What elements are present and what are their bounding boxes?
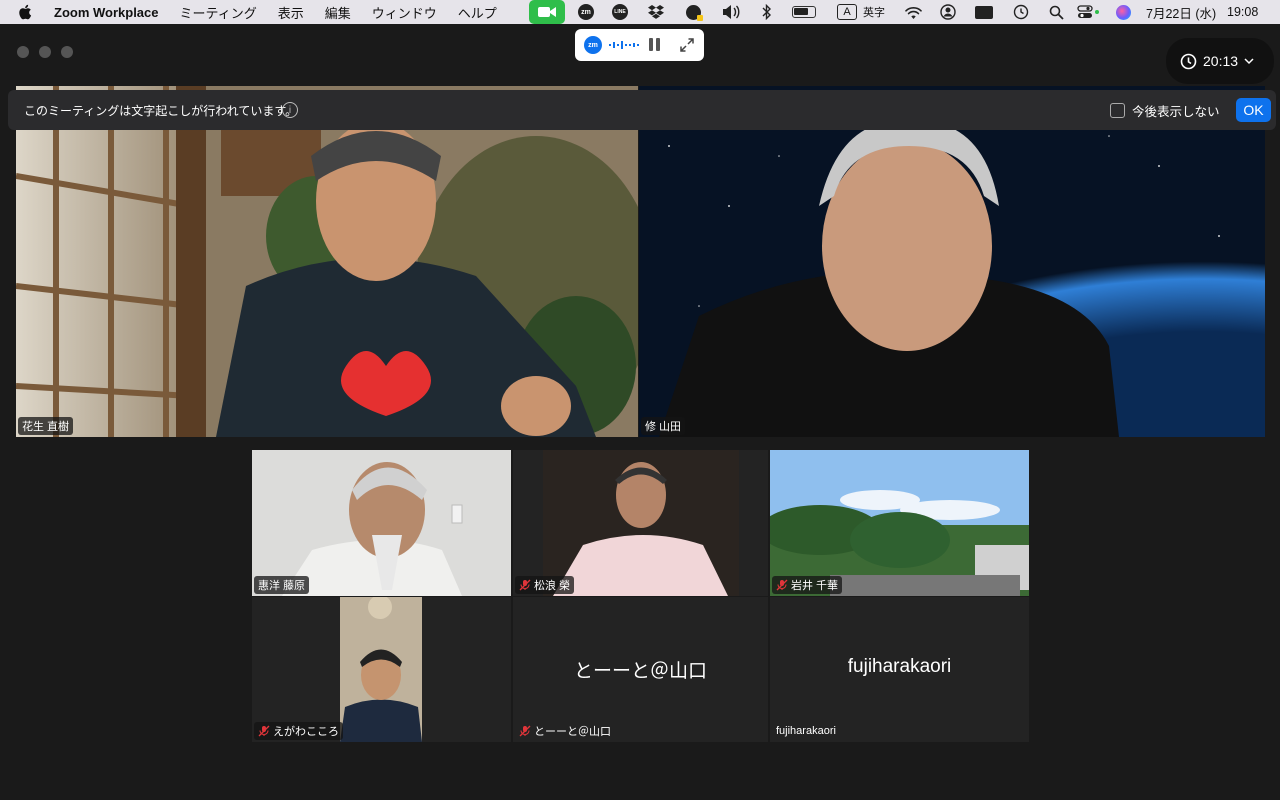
zoom-icon[interactable]: zm: [577, 2, 595, 22]
tool-icon[interactable]: [684, 2, 703, 22]
participant-name-tag: 岩井 千華: [772, 576, 843, 594]
participant-name: 花生 直樹: [22, 421, 70, 433]
dont-show-again-checkbox[interactable]: [1110, 103, 1125, 118]
chevron-down-icon: [1244, 57, 1254, 64]
facetime-icon[interactable]: [529, 0, 565, 24]
minimize-window-button[interactable]: [39, 46, 51, 58]
audio-waveform-icon: [609, 41, 639, 49]
participant-name-tag: 花生 直樹: [18, 417, 74, 435]
app-menu[interactable]: Zoom Workplace: [54, 5, 159, 20]
menu-help[interactable]: ヘルプ: [458, 3, 497, 22]
participant-name-tag: とーーと＠山口: [515, 722, 615, 740]
participant-name-tag: 惠洋 藤原: [254, 576, 310, 594]
ok-button[interactable]: OK: [1236, 98, 1271, 122]
user-icon[interactable]: [939, 2, 957, 22]
input-mode-letter: A: [837, 4, 857, 20]
dont-show-again-label[interactable]: 今後表示しない: [1132, 101, 1220, 120]
participant-name: とーーと＠山口: [534, 726, 611, 738]
volume-icon[interactable]: [722, 2, 742, 22]
participant-video: [543, 450, 739, 596]
input-mode-label: 英字: [863, 7, 885, 19]
video-tile-participant-4[interactable]: 松浪 榮: [513, 450, 768, 596]
control-center-icon[interactable]: [1076, 2, 1102, 22]
pause-icon[interactable]: [649, 38, 663, 52]
macos-menubar: Zoom Workplace ミーティング 表示 編集 ウィンドウ ヘルプ zm…: [0, 0, 1280, 24]
menubar-time[interactable]: 19:08: [1227, 2, 1267, 22]
participant-name: 岩井 千華: [791, 580, 839, 592]
participant-name-tag: fujiharakaori: [772, 722, 840, 740]
zoom-window-button[interactable]: [61, 46, 73, 58]
video-tile-participant-8[interactable]: fujiharakaori fujiharakaori: [770, 597, 1029, 742]
participant-name: 修 山田: [645, 421, 682, 433]
video-tile-participant-2[interactable]: 修 山田: [639, 86, 1265, 437]
video-tile-participant-1[interactable]: 花生 直樹: [16, 86, 638, 437]
video-tile-participant-3[interactable]: 惠洋 藤原: [252, 450, 511, 596]
video-tile-participant-7[interactable]: とーーと＠山口 とーーと＠山口: [513, 597, 768, 742]
muted-mic-icon: [519, 725, 531, 737]
participant-name-tag: 松浪 榮: [515, 576, 575, 594]
expand-icon[interactable]: [679, 37, 695, 53]
muted-mic-icon: [258, 725, 270, 737]
siri-icon[interactable]: [1114, 2, 1132, 22]
menu-window[interactable]: ウィンドウ: [372, 3, 437, 22]
screen-icon[interactable]: [974, 2, 994, 22]
dropbox-icon[interactable]: [647, 2, 665, 22]
bluetooth-icon[interactable]: [760, 2, 774, 22]
menu-edit[interactable]: 編集: [325, 3, 351, 22]
muted-mic-icon: [519, 579, 531, 591]
participant-video: [639, 86, 1265, 437]
transcription-control-pill: zm: [575, 29, 704, 61]
participant-name: 松浪 榮: [534, 580, 571, 592]
menubar-date[interactable]: 7月22日 (水): [1146, 2, 1222, 22]
input-source-icon[interactable]: A 英字: [836, 2, 886, 22]
clock-icon: [1180, 53, 1197, 69]
video-off-display-name: fujiharakaori: [847, 656, 952, 677]
time-machine-icon[interactable]: [1012, 2, 1030, 22]
close-window-button[interactable]: [17, 46, 29, 58]
muted-mic-icon: [776, 579, 788, 591]
menu-view[interactable]: 表示: [278, 3, 304, 22]
participant-video: [770, 450, 1029, 596]
transcription-notice-text: このミーティングは文字起こしが行われています。: [24, 103, 298, 118]
line-icon[interactable]: LINE: [611, 2, 629, 22]
meeting-timer-pill[interactable]: 20:13: [1166, 38, 1274, 84]
spotlight-icon[interactable]: [1047, 2, 1065, 22]
info-icon[interactable]: i: [282, 102, 298, 118]
apple-icon[interactable]: [18, 3, 34, 21]
participant-name-tag: えがわこころ: [254, 722, 343, 740]
participant-name-tag: 修 山田: [641, 417, 686, 435]
zoom-logo-icon: zm: [584, 36, 602, 54]
video-tile-participant-6[interactable]: えがわこころ: [252, 597, 511, 742]
wifi-icon[interactable]: [904, 2, 922, 22]
participant-name: えがわこころ: [273, 726, 339, 738]
participant-video: [340, 597, 422, 742]
participant-video: [16, 86, 638, 437]
participant-name: 惠洋 藤原: [258, 580, 306, 592]
meeting-timer: 20:13: [1203, 53, 1239, 69]
menu-meeting[interactable]: ミーティング: [180, 3, 257, 22]
participant-video: [252, 450, 511, 596]
video-tile-participant-5[interactable]: 岩井 千華: [770, 450, 1029, 596]
battery-icon[interactable]: [790, 2, 818, 22]
participant-name: fujiharakaori: [776, 725, 836, 737]
transcription-notice-banner: このミーティングは文字起こしが行われています。 i 今後表示しない OK: [8, 90, 1276, 130]
video-off-display-name: とーーと＠山口: [573, 661, 707, 682]
